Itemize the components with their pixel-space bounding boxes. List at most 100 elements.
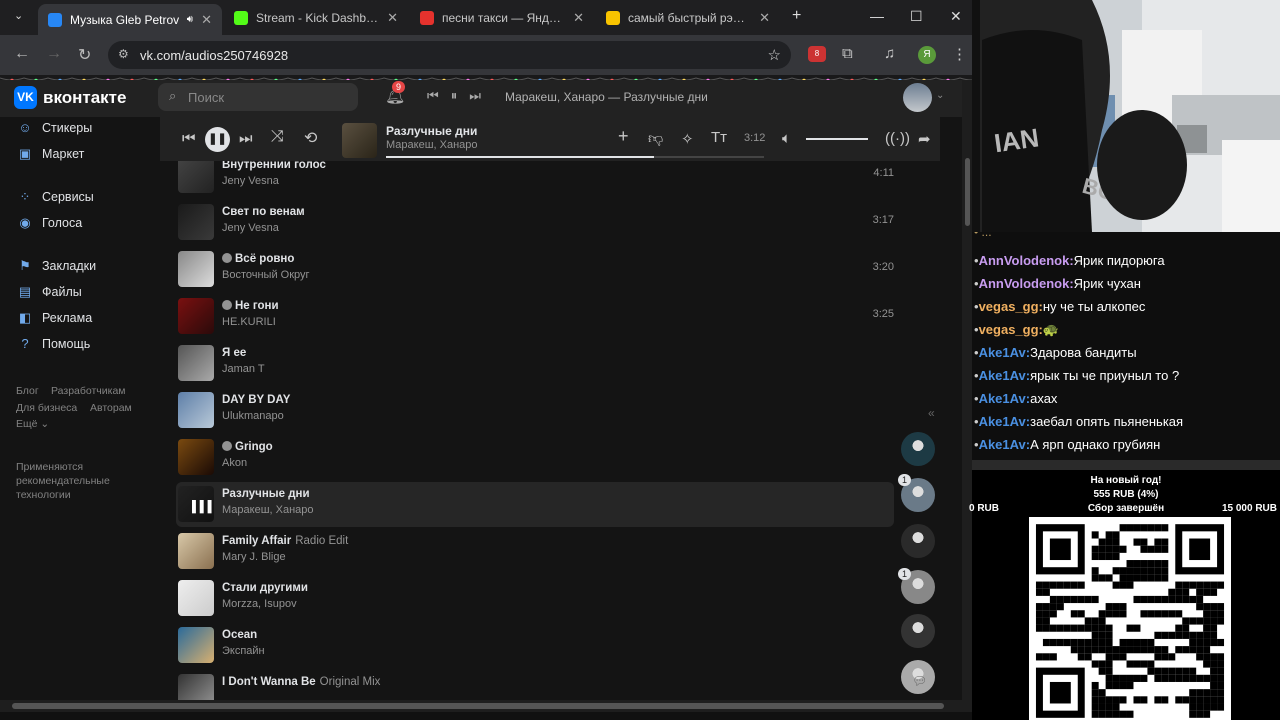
new-tab-button[interactable]: + (792, 7, 801, 25)
progress-bar[interactable] (386, 156, 764, 158)
footer-link-blog[interactable]: Блог (16, 385, 39, 397)
footer-link-developers[interactable]: Разработчикам (51, 385, 126, 397)
search-input[interactable]: ⌕ Поиск (158, 83, 358, 111)
current-track-title[interactable]: Разлучные дни (386, 124, 477, 138)
close-tab-icon[interactable]: ✕ (201, 12, 212, 28)
sidebar-item-5[interactable]: ▤ Файлы (16, 284, 82, 300)
vertical-scroll-thumb[interactable] (965, 158, 970, 226)
sidebar-item-2[interactable]: ⁘ Сервисы (16, 189, 94, 205)
menu-icon[interactable]: ⋮ (952, 45, 967, 63)
extensions-puzzle-icon[interactable]: ⧉ (842, 45, 853, 62)
lyrics-icon[interactable]: Tт (711, 129, 727, 146)
chevron-down-icon[interactable]: ⌄ (936, 90, 944, 101)
close-tab-icon[interactable]: ✕ (387, 10, 398, 26)
track-row[interactable]: Свет по венам Jeny Vesna 3:17 (176, 200, 894, 245)
track-artist[interactable]: Akon (222, 457, 247, 469)
broadcast-icon[interactable]: ((·)) (885, 130, 910, 147)
browser-tab[interactable]: самый быстрый рэп в Рос ✕ (596, 4, 780, 32)
maximize-button[interactable]: ☐ (910, 8, 923, 25)
sidebar-item-3[interactable]: ◉ Голоса (16, 215, 82, 231)
browser-tab[interactable]: Музыка Gleb Petrov 🔊︎ ✕ (38, 4, 222, 35)
sidebar-item-7[interactable]: ? Помощь (16, 336, 90, 351)
reload-button[interactable]: ↻ (78, 45, 91, 65)
track-row[interactable]: Gringo Akon (176, 435, 894, 480)
previous-track-icon[interactable]: ⏮ (182, 130, 196, 147)
vk-logo[interactable]: VK вконтакте (14, 86, 126, 109)
dislike-icon[interactable]: 👎︎ (648, 130, 663, 148)
back-button[interactable]: ← (14, 45, 30, 63)
track-cover[interactable] (178, 251, 214, 287)
track-title[interactable]: Ocean (222, 629, 257, 641)
tab-search-icon[interactable]: ⌄ (14, 9, 23, 22)
track-title[interactable]: DAY BY DAY (222, 394, 290, 406)
volume-slider[interactable] (806, 138, 868, 140)
volume-icon[interactable]: 🔈︎ (782, 130, 791, 147)
sparkle-icon[interactable]: ✧ (681, 130, 694, 148)
friend-avatar[interactable] (901, 524, 935, 558)
mini-next-icon[interactable]: ⏭ (469, 88, 481, 104)
track-cover[interactable]: ▌▌▌ (178, 486, 215, 522)
collapse-icon[interactable]: « (928, 406, 935, 420)
close-tab-icon[interactable]: ✕ (573, 10, 584, 26)
track-artist[interactable]: HE.KURILI (222, 316, 276, 328)
forward-button[interactable]: → (46, 45, 62, 63)
track-row[interactable]: DAY BY DAY Ulukmanapo (176, 388, 894, 433)
footer-link-business[interactable]: Для бизнеса (16, 402, 77, 414)
sidebar-item-0[interactable]: ☺ Стикеры (16, 120, 92, 135)
track-cover[interactable] (178, 627, 214, 663)
track-cover[interactable] (178, 298, 214, 334)
media-control-icon[interactable]: ♫ (884, 45, 895, 62)
bookmark-star-icon[interactable]: ☆ (768, 46, 781, 64)
pause-button[interactable]: ❚❚ (205, 127, 230, 152)
site-info-icon[interactable]: ⚙ (118, 47, 129, 61)
track-artist[interactable]: Jaman T (222, 363, 265, 375)
track-title[interactable]: Family Affair (222, 535, 291, 547)
track-cover[interactable] (178, 580, 214, 616)
track-cover[interactable] (178, 204, 214, 240)
track-row[interactable]: Family Affair Radio Edit Mary J. Blige (176, 529, 894, 574)
next-track-icon[interactable]: ⏭ (239, 130, 253, 147)
track-artist[interactable]: Morzza, Isupov (222, 598, 297, 610)
close-tab-icon[interactable]: ✕ (759, 10, 770, 26)
audio-playing-icon[interactable]: 🔊︎ (187, 14, 193, 25)
repeat-icon[interactable]: ⟲ (304, 128, 317, 148)
track-title[interactable]: Всё ровно (235, 253, 294, 265)
vertical-scrollbar[interactable] (962, 80, 972, 700)
track-artist[interactable]: Экспайн (222, 645, 265, 657)
track-cover[interactable] (178, 533, 214, 569)
track-artist[interactable]: Маракеш, Ханаро (222, 504, 314, 516)
track-cover[interactable] (178, 392, 214, 428)
horizontal-scrollbar[interactable] (0, 700, 972, 712)
sidebar-item-1[interactable]: ▣ Маркет (16, 146, 84, 162)
footer-link-authors[interactable]: Авторам (90, 402, 132, 414)
track-row[interactable]: Ocean Экспайн (176, 623, 894, 668)
mini-pause-icon[interactable]: ⏸ (451, 88, 458, 104)
mini-prev-icon[interactable]: ⏮ (427, 88, 439, 104)
track-cover[interactable] (178, 345, 214, 381)
browser-tab[interactable]: Stream - Kick Dashboard ✕ (224, 4, 408, 32)
track-row[interactable]: Не гони HE.KURILI 3:25 (176, 294, 894, 339)
track-title[interactable]: I Don't Wanna Be (222, 676, 316, 688)
minimize-button[interactable]: — (870, 8, 884, 24)
share-icon[interactable]: ➦ (918, 130, 931, 148)
url-field[interactable]: ⚙ vk.com/audios250746928 ☆ (108, 41, 791, 69)
track-title[interactable]: Не гони (235, 300, 279, 312)
track-cover[interactable] (178, 439, 214, 475)
track-title[interactable]: Разлучные дни (222, 488, 310, 500)
track-row[interactable]: Внутренний голос Jeny Vesna 4:11 (176, 161, 894, 198)
track-title[interactable]: Gringo (235, 441, 273, 453)
sidebar-item-4[interactable]: ⚑ Закладки (16, 258, 96, 274)
track-artist[interactable]: Ulukmanapo (222, 410, 284, 422)
browser-tab[interactable]: песни такси — Яндекс: на ✕ (410, 4, 594, 32)
track-artist[interactable]: Jeny Vesna (222, 222, 279, 234)
chat-bubble-icon[interactable]: 💬︎ (912, 674, 927, 688)
friend-avatar[interactable] (901, 614, 935, 648)
track-artist[interactable]: Восточный Округ (222, 269, 310, 281)
user-avatar[interactable] (903, 83, 932, 112)
profile-avatar[interactable]: Я (918, 46, 936, 64)
track-artist[interactable]: Mary J. Blige (222, 551, 286, 563)
track-title[interactable]: Свет по венам (222, 206, 305, 218)
track-artist[interactable]: Jeny Vesna (222, 175, 279, 187)
track-title[interactable]: Я ее (222, 347, 246, 359)
close-window-button[interactable]: ✕ (950, 8, 962, 25)
